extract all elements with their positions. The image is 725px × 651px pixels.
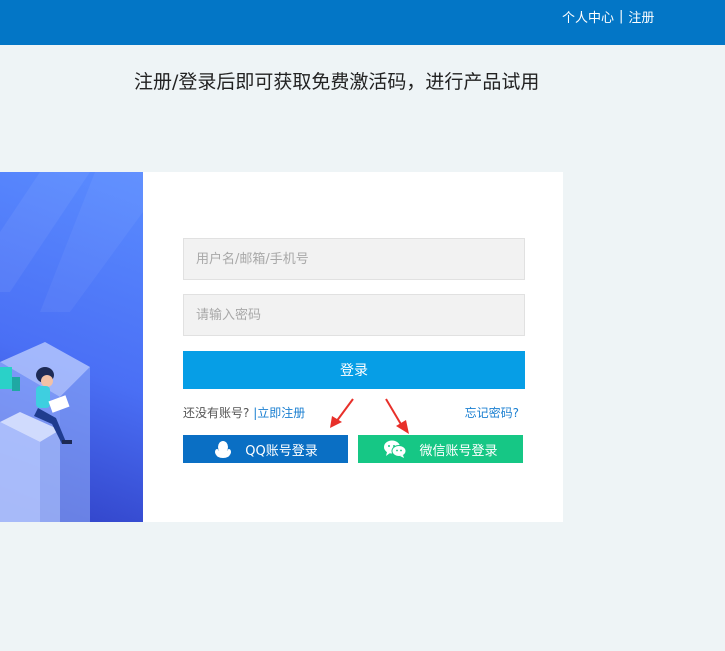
username-input[interactable]: [183, 238, 525, 280]
register-link[interactable]: 注册: [628, 7, 654, 26]
qq-penguin-icon: [213, 439, 233, 459]
no-account-text: 还没有账号?: [183, 406, 250, 420]
illustration-panel: [0, 172, 143, 522]
user-center-link[interactable]: 个人中心: [562, 7, 614, 26]
login-form-panel: 登录 还没有账号? |立即注册 忘记密码? QQ账号登录: [143, 172, 563, 522]
wechat-login-label: 微信账号登录: [419, 443, 498, 459]
qq-login-label: QQ账号登录: [245, 443, 318, 459]
annotation-arrow-qq: [330, 398, 354, 428]
wechat-login-button[interactable]: 微信账号登录: [358, 435, 523, 463]
register-now-link[interactable]: |立即注册: [253, 406, 305, 420]
annotation-arrow-wechat: [385, 398, 409, 434]
forgot-password-link[interactable]: 忘记密码?: [465, 404, 519, 421]
isometric-illustration: [0, 172, 143, 522]
login-button[interactable]: 登录: [183, 351, 525, 389]
nav-separator: |: [619, 9, 624, 24]
top-header-bar: 个人中心 | 注册: [0, 0, 725, 45]
page-headline: 注册/登录后即可获取免费激活码，进行产品试用: [134, 71, 540, 93]
wechat-icon: [383, 439, 407, 459]
password-input[interactable]: [183, 294, 525, 336]
top-nav: 个人中心 | 注册: [562, 7, 654, 26]
qq-login-button[interactable]: QQ账号登录: [183, 435, 348, 463]
